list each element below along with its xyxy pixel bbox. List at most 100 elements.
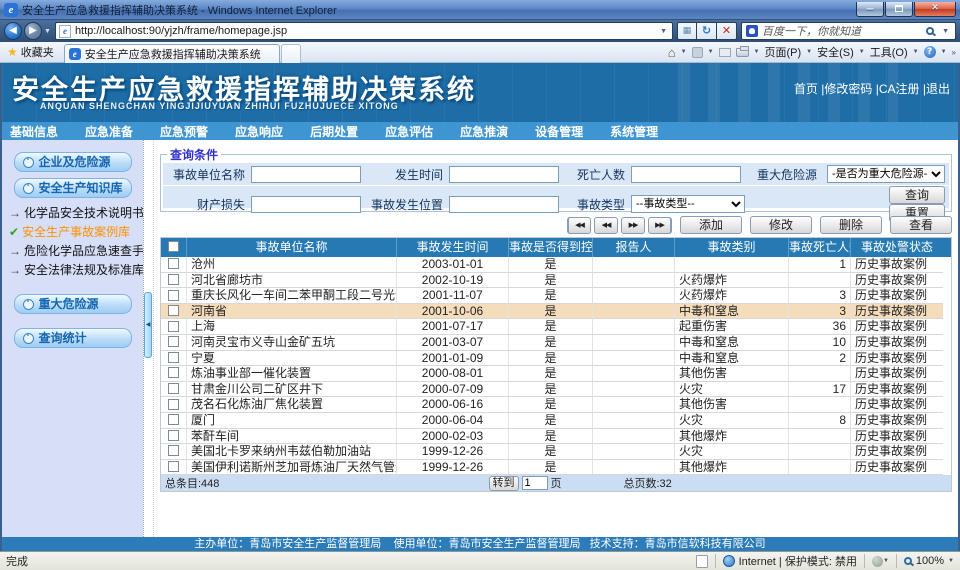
search-input[interactable]: 百度一下，你就知道 <box>762 23 926 39</box>
table-row[interactable]: 炼油事业部一催化装置 2000-08-01 是 其他伤害 历史事故案例 <box>161 366 951 382</box>
table-row[interactable]: 沧州 2003-01-01 是 1 历史事故案例 <box>161 257 951 273</box>
main-menu-item[interactable]: 设备管理 <box>535 123 583 140</box>
major-hazard-select[interactable]: -是否为重大危险源- <box>827 165 945 183</box>
address-bar[interactable]: e http://localhost:90/yjzh/frame/homepag… <box>55 22 673 40</box>
sidebar-splitter[interactable]: ◀ <box>143 140 154 537</box>
rss-feed-icon[interactable] <box>692 47 703 58</box>
sidebar-collapse-handle[interactable]: ◀ <box>144 292 152 358</box>
row-checkbox[interactable] <box>168 321 179 332</box>
refresh-button[interactable]: ↻ <box>697 22 717 40</box>
compatibility-view-button[interactable]: ▦ <box>677 22 697 40</box>
property-loss-input[interactable] <box>251 196 361 213</box>
occur-time-input[interactable] <box>449 166 559 183</box>
browser-tab[interactable]: e 安全生产应急救援指挥辅助决策系统 <box>64 44 280 63</box>
mail-icon[interactable] <box>719 48 731 57</box>
home-dropdown-icon[interactable]: ▼ <box>681 49 687 55</box>
print-icon[interactable] <box>736 48 749 57</box>
top-link[interactable]: 修改密码 <box>818 80 872 97</box>
table-row[interactable]: 河南灵宝市义寺山金矿五坑 2001-03-07 是 中毒和窒息 10 历史事故案… <box>161 335 951 351</box>
row-checkbox[interactable] <box>168 336 179 347</box>
table-row[interactable]: 宁夏 2001-01-09 是 中毒和窒息 2 历史事故案例 <box>161 351 951 367</box>
row-checkbox[interactable] <box>168 383 179 394</box>
stop-button[interactable]: ✕ <box>717 22 737 40</box>
more-commands-chevron-icon[interactable]: » <box>952 48 956 57</box>
minimize-button[interactable]: — <box>856 2 884 17</box>
row-checkbox[interactable] <box>168 430 179 441</box>
safety-menu[interactable]: 安全(S) <box>817 44 854 60</box>
last-page-button[interactable]: ▶▶ <box>648 217 672 234</box>
address-url[interactable]: http://localhost:90/yjzh/frame/homepage.… <box>75 25 658 37</box>
row-checkbox[interactable] <box>168 399 179 410</box>
row-checkbox[interactable] <box>168 258 179 269</box>
row-checkbox[interactable] <box>168 290 179 301</box>
row-checkbox[interactable] <box>168 352 179 363</box>
modify-button[interactable]: 修改 <box>750 216 812 234</box>
accident-type-select[interactable]: --事故类型-- <box>631 195 745 213</box>
table-row[interactable]: 厦门 2000-06-04 是 火灾 8 历史事故案例 <box>161 413 951 429</box>
zoom-control[interactable]: 100% ▼ <box>904 555 954 567</box>
add-button[interactable]: 添加 <box>680 216 742 234</box>
help-icon[interactable]: ? <box>924 46 936 58</box>
sidebar-group-query-statistics[interactable]: ˅ 查询统计 <box>14 328 132 348</box>
table-row[interactable]: 美国北卡罗来纳州韦兹伯勒加油站 1999-12-26 是 火灾 历史事故案例 <box>161 444 951 460</box>
main-menu-item[interactable]: 应急推演 <box>460 123 508 140</box>
table-row[interactable]: 美国伊利诺斯州芝加哥炼油厂天然气管道 1999-12-26 是 其他爆炸 历史事… <box>161 460 951 476</box>
sidebar-item[interactable]: →✔化学品安全技术说明书 <box>7 204 143 223</box>
new-tab-button[interactable] <box>281 44 301 63</box>
top-link[interactable]: 退出 <box>920 80 950 97</box>
search-button[interactable]: 查询 <box>889 186 945 204</box>
main-menu-item[interactable]: 系统管理 <box>610 123 658 140</box>
top-link[interactable]: CA注册 <box>872 80 919 97</box>
top-link[interactable]: 首页 <box>794 80 818 97</box>
table-row[interactable]: 甘肃金川公司二矿区井下 2000-07-09 是 火灾 17 历史事故案例 <box>161 382 951 398</box>
main-menu-item[interactable]: 应急响应 <box>235 123 283 140</box>
sidebar-group-enterprise-hazards[interactable]: ˅ 企业及危险源 <box>14 152 132 172</box>
maximize-button[interactable] <box>885 2 913 17</box>
tools-menu-dropdown-icon[interactable]: ▼ <box>913 49 919 55</box>
safety-menu-dropdown-icon[interactable]: ▼ <box>859 49 865 55</box>
goto-page-input[interactable] <box>522 476 548 490</box>
deaths-input[interactable] <box>631 166 741 183</box>
forward-button[interactable]: ▶ <box>24 22 42 40</box>
search-icon[interactable] <box>926 27 934 35</box>
table-row[interactable]: 重庆长风化一车间二苯甲酮工段二号光化釜 2001-11-07 是 火药爆炸 3 … <box>161 288 951 304</box>
main-menu-item[interactable]: 基础信息 <box>10 123 58 140</box>
table-row[interactable]: 茂名石化炼油厂焦化装置 2000-06-16 是 其他伤害 历史事故案例 <box>161 397 951 413</box>
smartscreen-dropdown-icon[interactable]: ▼ <box>883 558 889 564</box>
favorites-label[interactable]: 收藏夹 <box>21 44 54 60</box>
sidebar-group-knowledge-base[interactable]: ˅ 安全生产知识库 <box>14 178 132 198</box>
help-dropdown-icon[interactable]: ▼ <box>941 49 947 55</box>
delete-button[interactable]: 删除 <box>820 216 882 234</box>
next-page-button[interactable]: ▶▶ <box>621 217 645 234</box>
tools-menu[interactable]: 工具(O) <box>870 44 908 60</box>
row-checkbox[interactable] <box>168 461 179 472</box>
back-button[interactable]: ◀ <box>4 22 22 40</box>
table-row[interactable]: 河北省廊坊市 2002-10-19 是 火药爆炸 历史事故案例 <box>161 273 951 289</box>
row-checkbox[interactable] <box>168 305 179 316</box>
table-row[interactable]: 上海 2001-07-17 是 起重伤害 36 历史事故案例 <box>161 319 951 335</box>
row-checkbox[interactable] <box>168 274 179 285</box>
smartscreen-icon[interactable] <box>872 556 883 567</box>
table-row[interactable]: 苯酐车间 2000-02-03 是 其他爆炸 历史事故案例 <box>161 429 951 445</box>
goto-page-button[interactable]: 转到 <box>489 476 519 491</box>
row-checkbox[interactable] <box>168 445 179 456</box>
prev-page-button[interactable]: ◀◀ <box>594 217 618 234</box>
main-menu-item[interactable]: 后期处置 <box>310 123 358 140</box>
search-box[interactable]: 百度一下，你就知道 ▼ <box>741 22 956 40</box>
main-menu-item[interactable]: 应急准备 <box>85 123 133 140</box>
main-menu-item[interactable]: 应急预警 <box>160 123 208 140</box>
row-checkbox[interactable] <box>168 367 179 378</box>
row-checkbox[interactable] <box>168 414 179 425</box>
close-button[interactable]: ✕ <box>914 2 956 17</box>
rss-dropdown-icon[interactable]: ▼ <box>708 49 714 55</box>
address-history-dropdown-icon[interactable]: ▼ <box>658 28 669 35</box>
sidebar-item[interactable]: →✔安全生产事故案例库 <box>7 223 143 242</box>
sidebar-item[interactable]: →✔安全法律法规及标准库 <box>7 261 143 280</box>
accident-location-input[interactable] <box>449 196 559 213</box>
unit-name-input[interactable] <box>251 166 361 183</box>
search-provider-dropdown-icon[interactable]: ▼ <box>940 28 951 35</box>
first-page-button[interactable]: ◀◀ <box>567 217 591 234</box>
view-button[interactable]: 查看 <box>890 216 952 234</box>
main-menu-item[interactable]: 应急评估 <box>385 123 433 140</box>
recent-pages-dropdown-icon[interactable]: ▼ <box>44 28 51 35</box>
